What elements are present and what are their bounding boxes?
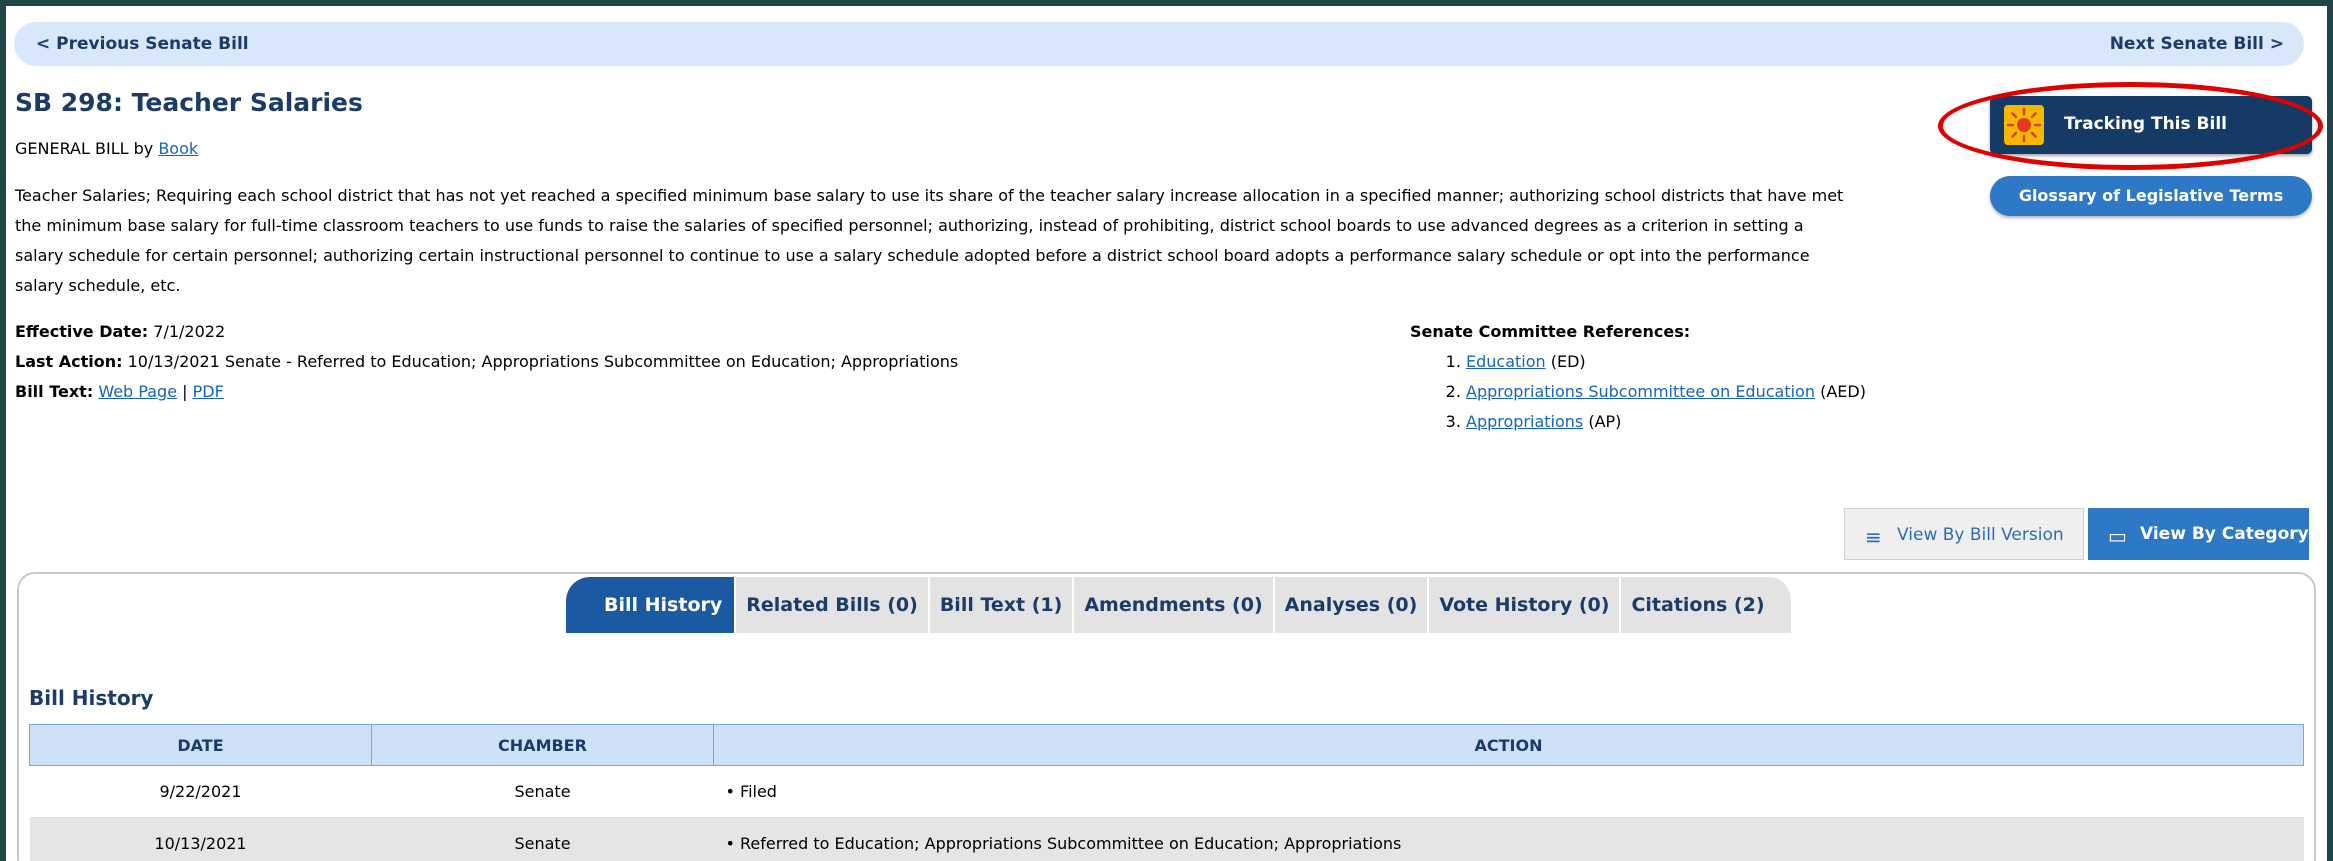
annotation-highlight-ring [1938,82,2323,170]
tab-bar: Bill History Related Bills (0) Bill Text… [566,577,1793,633]
bill-history-heading: Bill History [29,686,154,710]
bill-page: < Previous Senate Bill Next Senate Bill … [6,6,2327,861]
committee-link-appropriations-subcommittee[interactable]: Appropriations Subcommittee on Education [1466,382,1815,401]
history-chamber: Senate [371,817,714,861]
next-senate-bill-link[interactable]: Next Senate Bill > [2110,34,2284,54]
history-action: • Filed [713,765,2304,818]
history-date: 9/22/2021 [29,765,372,818]
committee-item: Appropriations (AP) [1466,407,1866,437]
column-header-action: ACTION [713,724,2304,766]
view-by-category-label: View By Category [2140,524,2309,544]
bill-history-table: DATE CHAMBER ACTION 9/22/2021 Senate • F… [29,724,2304,861]
tab-amendments[interactable]: Amendments (0) [1074,577,1275,633]
bill-type: GENERAL BILL by [15,139,154,158]
last-action-value: 10/13/2021 Senate - Referred to Educatio… [127,352,959,371]
tab-related-bills[interactable]: Related Bills (0) [736,577,930,633]
committee-code: (AED) [1820,382,1866,401]
tab-bill-history[interactable]: Bill History [566,577,737,633]
bill-text-row: Bill Text: Web Page | PDF [15,377,958,407]
bill-navigation-bar: < Previous Senate Bill Next Senate Bill … [14,22,2304,66]
history-action: • Referred to Education; Appropriations … [713,817,2304,861]
bill-sponsor-line: GENERAL BILL by Book [15,139,198,158]
effective-date-label: Effective Date: [15,322,149,341]
link-separator: | [182,382,188,401]
committee-link-education[interactable]: Education [1466,352,1546,371]
sponsor-link[interactable]: Book [158,139,198,158]
committee-list: Education (ED) Appropriations Subcommitt… [1410,347,1866,437]
view-by-bill-version-label: View By Bill Version [1897,525,2064,545]
last-action-row: Last Action: 10/13/2021 Senate - Referre… [15,347,958,377]
history-date: 10/13/2021 [29,817,372,861]
committee-link-appropriations[interactable]: Appropriations [1466,412,1583,431]
column-header-date: DATE [29,724,372,766]
effective-date-value: 7/1/2022 [153,322,226,341]
glossary-button[interactable]: Glossary of Legislative Terms [1990,176,2312,216]
view-by-bill-version-button[interactable]: ≡ View By Bill Version [1844,508,2084,560]
table-row: 10/13/2021 Senate • Referred to Educatio… [29,817,2304,861]
bill-text-pdf-link[interactable]: PDF [193,382,224,401]
tab-bill-text[interactable]: Bill Text (1) [929,577,1075,633]
committee-heading: Senate Committee References: [1410,322,1691,341]
bill-text-label: Bill Text: [15,382,94,401]
table-header-row: DATE CHAMBER ACTION [29,724,2304,766]
committee-code: (ED) [1550,352,1586,371]
column-header-chamber: CHAMBER [371,724,714,766]
committee-code: (AP) [1588,412,1622,431]
window-icon: ▭ [2108,524,2127,548]
view-by-category-button[interactable]: ▭ View By Category [2088,508,2309,560]
tab-vote-history[interactable]: Vote History (0) [1429,577,1622,633]
last-action-label: Last Action: [15,352,123,371]
previous-senate-bill-link[interactable]: < Previous Senate Bill [36,34,249,54]
list-icon: ≡ [1865,525,1882,549]
page-title: SB 298: Teacher Salaries [15,88,363,117]
bill-text-web-page-link[interactable]: Web Page [98,382,177,401]
effective-date-row: Effective Date: 7/1/2022 [15,317,958,347]
tab-analyses[interactable]: Analyses (0) [1274,577,1430,633]
tab-citations[interactable]: Citations (2) [1621,577,1793,633]
history-chamber: Senate [371,765,714,818]
committee-item: Education (ED) [1466,347,1866,377]
bill-meta: Effective Date: 7/1/2022 Last Action: 10… [15,317,958,407]
committee-references: Senate Committee References: Education (… [1410,317,1866,437]
bill-description: Teacher Salaries; Requiring each school … [15,186,1844,295]
committee-item: Appropriations Subcommittee on Education… [1466,377,1866,407]
table-row: 9/22/2021 Senate • Filed [29,765,2304,818]
